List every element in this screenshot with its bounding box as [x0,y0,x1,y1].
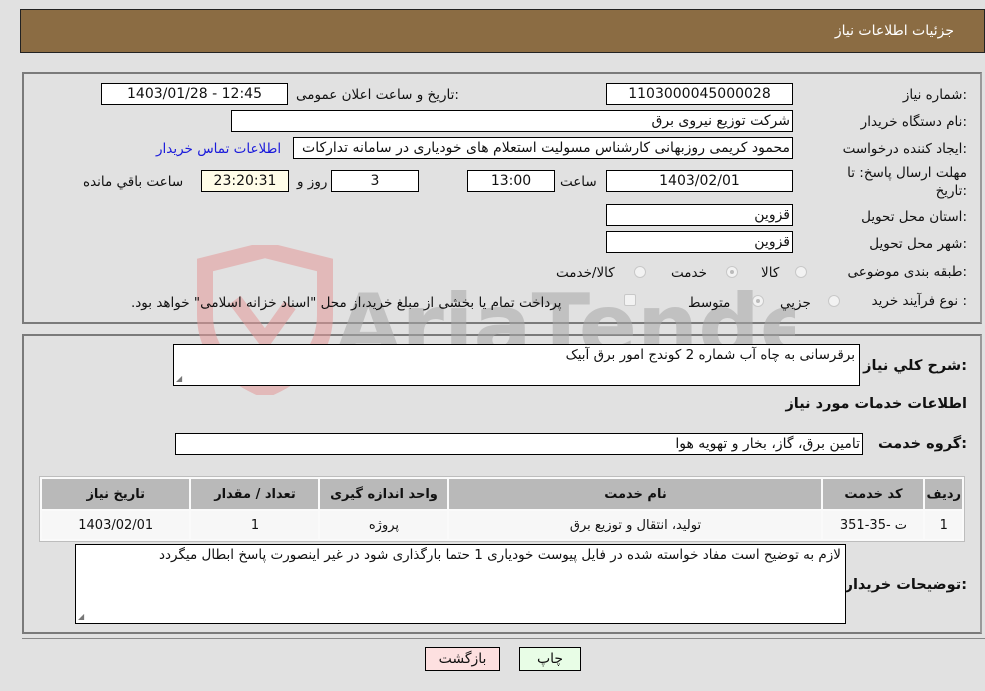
col-header-need-date: تاریخ نیاز [42,479,190,509]
treasury-checkbox[interactable] [624,294,636,306]
table-header-row: ردیف کد خدمت نام خدمت واحد اندازه گیری ت… [42,479,962,509]
announce-datetime-field: 1403/01/28 - 12:45 [101,83,288,105]
city-label: شهر محل تحویل: [869,236,967,252]
col-header-unit: واحد اندازه گیری [320,479,448,509]
buyer-contact-link[interactable]: اطلاعات تماس خریدار [156,141,281,157]
back-button[interactable]: بازگشت [425,647,500,671]
purchase-minor-radio[interactable] [828,295,840,307]
buyer-notes-textarea[interactable]: لازم به توضیح است مفاد خواسته شده در فای… [75,544,846,624]
deadline-date-field: 1403/02/01 [606,170,793,192]
cell-quantity: 1 [191,511,319,539]
buyer-org-label: نام دستگاه خریدار: [860,114,967,130]
deadline-label: مهلت ارسال پاسخ: تا تاریخ: [847,165,967,199]
category-service-label: خدمت [671,265,707,281]
category-goods-radio[interactable] [795,266,807,278]
need-number-label: شماره نیاز: [902,87,967,103]
time-remaining-label: ساعت باقي مانده [83,174,184,190]
services-table: ردیف کد خدمت نام خدمت واحد اندازه گیری ت… [39,476,965,542]
purchase-medium-radio[interactable] [752,295,764,307]
buyer-notes-text: لازم به توضیح است مفاد خواسته شده در فای… [159,547,841,563]
purchase-medium-label: متوسط [688,295,731,311]
deadline-time-label: ساعت [560,174,597,190]
requester-field: محمود کریمی روزبهانی کارشناس مسولیت استع… [293,137,793,159]
resize-grip-icon[interactable]: ◢ [176,374,182,383]
table-row: 1 ت -35-351 تولید، انتقال و توزیع برق پر… [42,511,962,539]
buyer-org-field: شرکت توزیع نیروی برق [231,110,793,132]
category-goods-service-label: کالا/خدمت [556,265,615,281]
deadline-time-field: 13:00 [467,170,555,192]
category-label: طبقه بندی موضوعی: [847,264,967,280]
cell-need-date: 1403/02/01 [42,511,190,539]
summary-text: برقرسانی به چاه آب شماره 2 کوندج امور بر… [565,347,855,363]
treasury-checkbox-label: پرداخت تمام یا بخشی از مبلغ خرید،از محل … [131,295,562,311]
col-header-service-name: نام خدمت [449,479,822,509]
cell-row-number: 1 [925,511,962,539]
page-title: جزئیات اطلاعات نیاز [834,23,954,39]
cell-service-name: تولید، انتقال و توزیع برق [449,511,822,539]
province-label: استان محل تحویل: [861,209,967,225]
col-header-quantity: تعداد / مقدار [191,479,319,509]
time-remaining-field: 23:20:31 [201,170,289,192]
purchase-type-label: نوع فرآیند خرید : [871,293,967,309]
summary-label: شرح کلي نیاز: [863,358,967,374]
cell-service-code: ت -35-351 [823,511,924,539]
cell-unit: پروژه [320,511,448,539]
buyer-notes-label: توضیحات خریدار: [844,577,967,593]
service-group-label: گروه خدمت: [877,436,967,452]
category-goods-label: کالا [761,265,780,281]
province-field: قزوین [606,204,793,226]
footer-divider [22,638,985,639]
resize-grip-icon[interactable]: ◢ [78,612,84,621]
purchase-minor-label: جزيي [780,295,811,311]
services-section-title: اطلاعات خدمات مورد نیاز [785,396,967,412]
col-header-row-number: ردیف [925,479,962,509]
service-group-field: تامین برق، گاز، بخار و تهویه هوا [175,433,863,455]
city-field: قزوین [606,231,793,253]
days-remaining-field: 3 [331,170,419,192]
page-header: جزئیات اطلاعات نیاز [20,9,985,53]
announce-datetime-label: تاریخ و ساعت اعلان عمومی: [296,87,459,103]
days-label: روز و [297,174,328,190]
print-button[interactable]: چاپ [519,647,581,671]
col-header-service-code: کد خدمت [823,479,924,509]
need-number-field: 1103000045000028 [606,83,793,105]
category-goods-service-radio[interactable] [634,266,646,278]
summary-textarea[interactable]: برقرسانی به چاه آب شماره 2 کوندج امور بر… [173,344,860,386]
requester-label: ایجاد کننده درخواست: [842,141,967,157]
category-service-radio[interactable] [726,266,738,278]
